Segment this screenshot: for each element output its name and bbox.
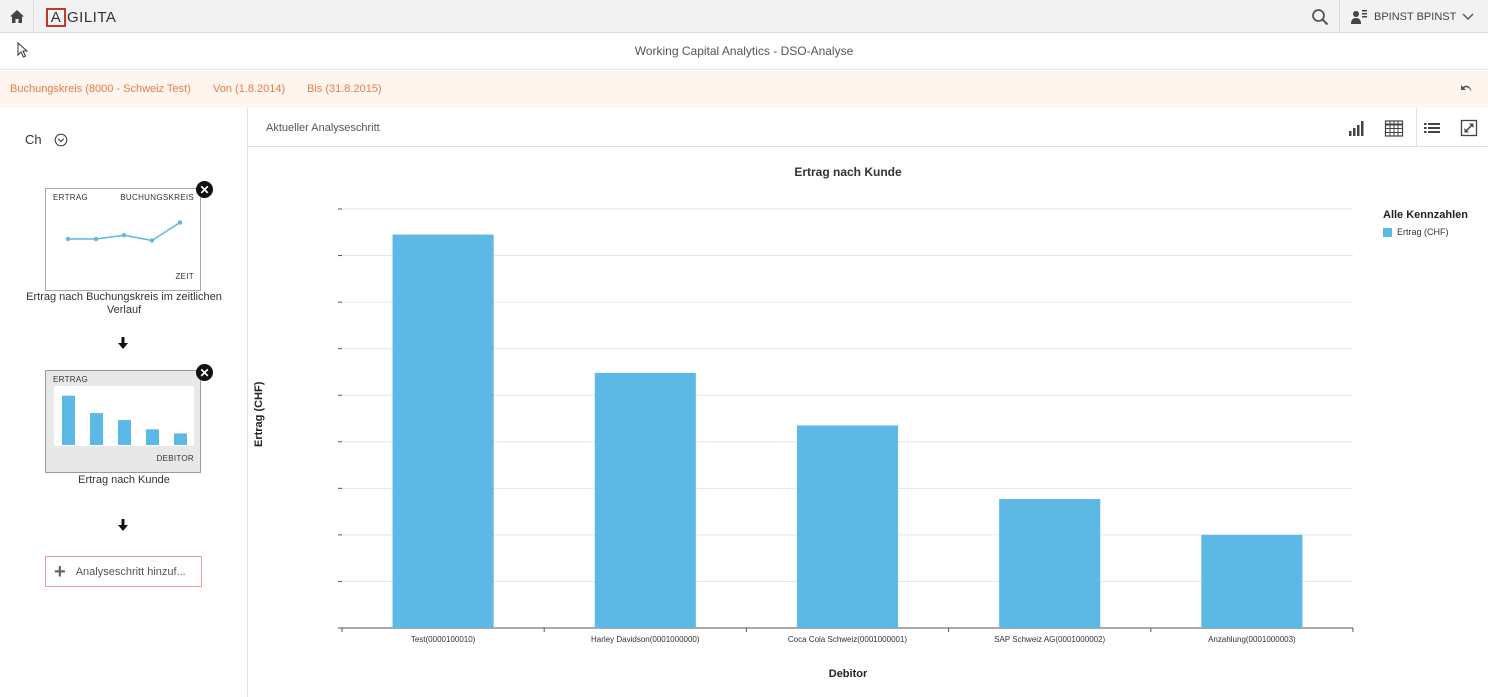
table-icon[interactable] (1384, 119, 1404, 137)
home-button[interactable] (0, 0, 34, 33)
search-button[interactable] (1300, 0, 1340, 33)
thumb-bar (118, 420, 131, 445)
chart-selector-label[interactable]: Ch (25, 132, 42, 147)
user-name: BPINST BPINST (1374, 10, 1457, 23)
logo-text: GILITA (67, 8, 117, 26)
line-thumbnail (65, 220, 183, 243)
x-tick-label: Coca Cola Schweiz(0001000001) (788, 635, 908, 644)
thumb-bar (62, 395, 75, 445)
step-caption: Ertrag nach Kunde (78, 474, 170, 486)
remove-step-button[interactable]: ✕ (196, 364, 213, 381)
filter-buchungskreis[interactable]: Buchungskreis (8000 - Schweiz Test) (10, 83, 191, 95)
filter-von[interactable]: Von (1.8.2014) (213, 83, 285, 95)
add-step-label: Analyseschritt hinzuf... (75, 565, 186, 578)
thumb-line-series (68, 221, 181, 242)
step-card-line[interactable]: ERTRAG BUCHUNGSKREIS ZEIT (45, 188, 201, 291)
arrow-down-icon (118, 337, 128, 349)
step-card-bar[interactable]: ERTRAG DEBITOR (45, 370, 201, 473)
undo-icon[interactable] (1458, 81, 1474, 97)
thumb-line-point (93, 236, 99, 242)
chart-toolbar: Aktueller Analyseschritt (248, 108, 1488, 147)
top-bar: A GILITA BPINST BPINST (0, 0, 1488, 33)
current-step-title: Aktueller Analyseschritt (266, 122, 380, 134)
list-icon[interactable] (1422, 119, 1442, 137)
x-tick-label: Harley Davidson(0001000000) (591, 635, 700, 644)
close-icon: ✕ (199, 182, 210, 197)
analysis-path-panel: Ch ERTRAG BUCHUNGSKREIS ZEIT ✕ Ertrag na… (0, 108, 248, 697)
close-icon: ✕ (199, 365, 210, 380)
home-icon (9, 10, 24, 23)
x-tick-label: Anzahlung(0001000003) (1208, 635, 1296, 644)
user-menu[interactable]: BPINST BPINST (1350, 0, 1474, 33)
bar (796, 425, 899, 628)
bar-chart: Test(0000100010) Harley Davidson(00010000… (338, 208, 1354, 644)
thumb-line-point (121, 233, 127, 238)
thumb-bar (146, 429, 159, 445)
x-tick-label: SAP Schweiz AG(0001000002) (994, 635, 1105, 644)
agilita-logo[interactable]: A GILITA (46, 7, 116, 27)
remove-step-button[interactable]: ✕ (196, 181, 213, 198)
bar (999, 499, 1101, 628)
toolbar-divider (1416, 108, 1417, 146)
bar (392, 234, 494, 628)
step-caption: Ertrag nach Buchungskreis im zeitlichen … (26, 291, 222, 316)
x-tick-label: Test(0000100010) (411, 635, 476, 644)
search-icon (1311, 8, 1328, 25)
fullscreen-icon[interactable] (1459, 119, 1479, 137)
bar-chart-icon[interactable] (1347, 119, 1367, 137)
thumb-line-point (65, 236, 71, 242)
user-icon (1351, 9, 1367, 24)
chart-area: Ertrag nach Kunde Alle Kennzahlen Ertrag… (248, 147, 1488, 697)
title-bar: Working Capital Analytics - DSO-Analyse (0, 33, 1488, 70)
chevron-circle-down-icon[interactable] (54, 133, 68, 147)
chevron-down-icon (1462, 13, 1474, 20)
add-analysis-step-button[interactable]: + Analyseschritt hinzuf... (45, 556, 202, 587)
page-title: Working Capital Analytics - DSO-Analyse (634, 44, 854, 58)
arrow-down-icon (118, 519, 128, 531)
filter-bis[interactable]: Bis (31.8.2015) (307, 83, 382, 95)
thumb-bar (174, 433, 187, 445)
logo-letter: A (46, 7, 66, 27)
filter-bar: Buchungskreis (8000 - Schweiz Test) Von … (0, 71, 1488, 108)
bar-thumbnail (54, 386, 194, 446)
thumb-line-point (149, 238, 155, 243)
thumb-line-point (177, 220, 183, 225)
plus-icon: + (54, 560, 66, 583)
bar (1201, 534, 1303, 628)
bar (594, 372, 696, 628)
thumb-bar (90, 413, 103, 445)
